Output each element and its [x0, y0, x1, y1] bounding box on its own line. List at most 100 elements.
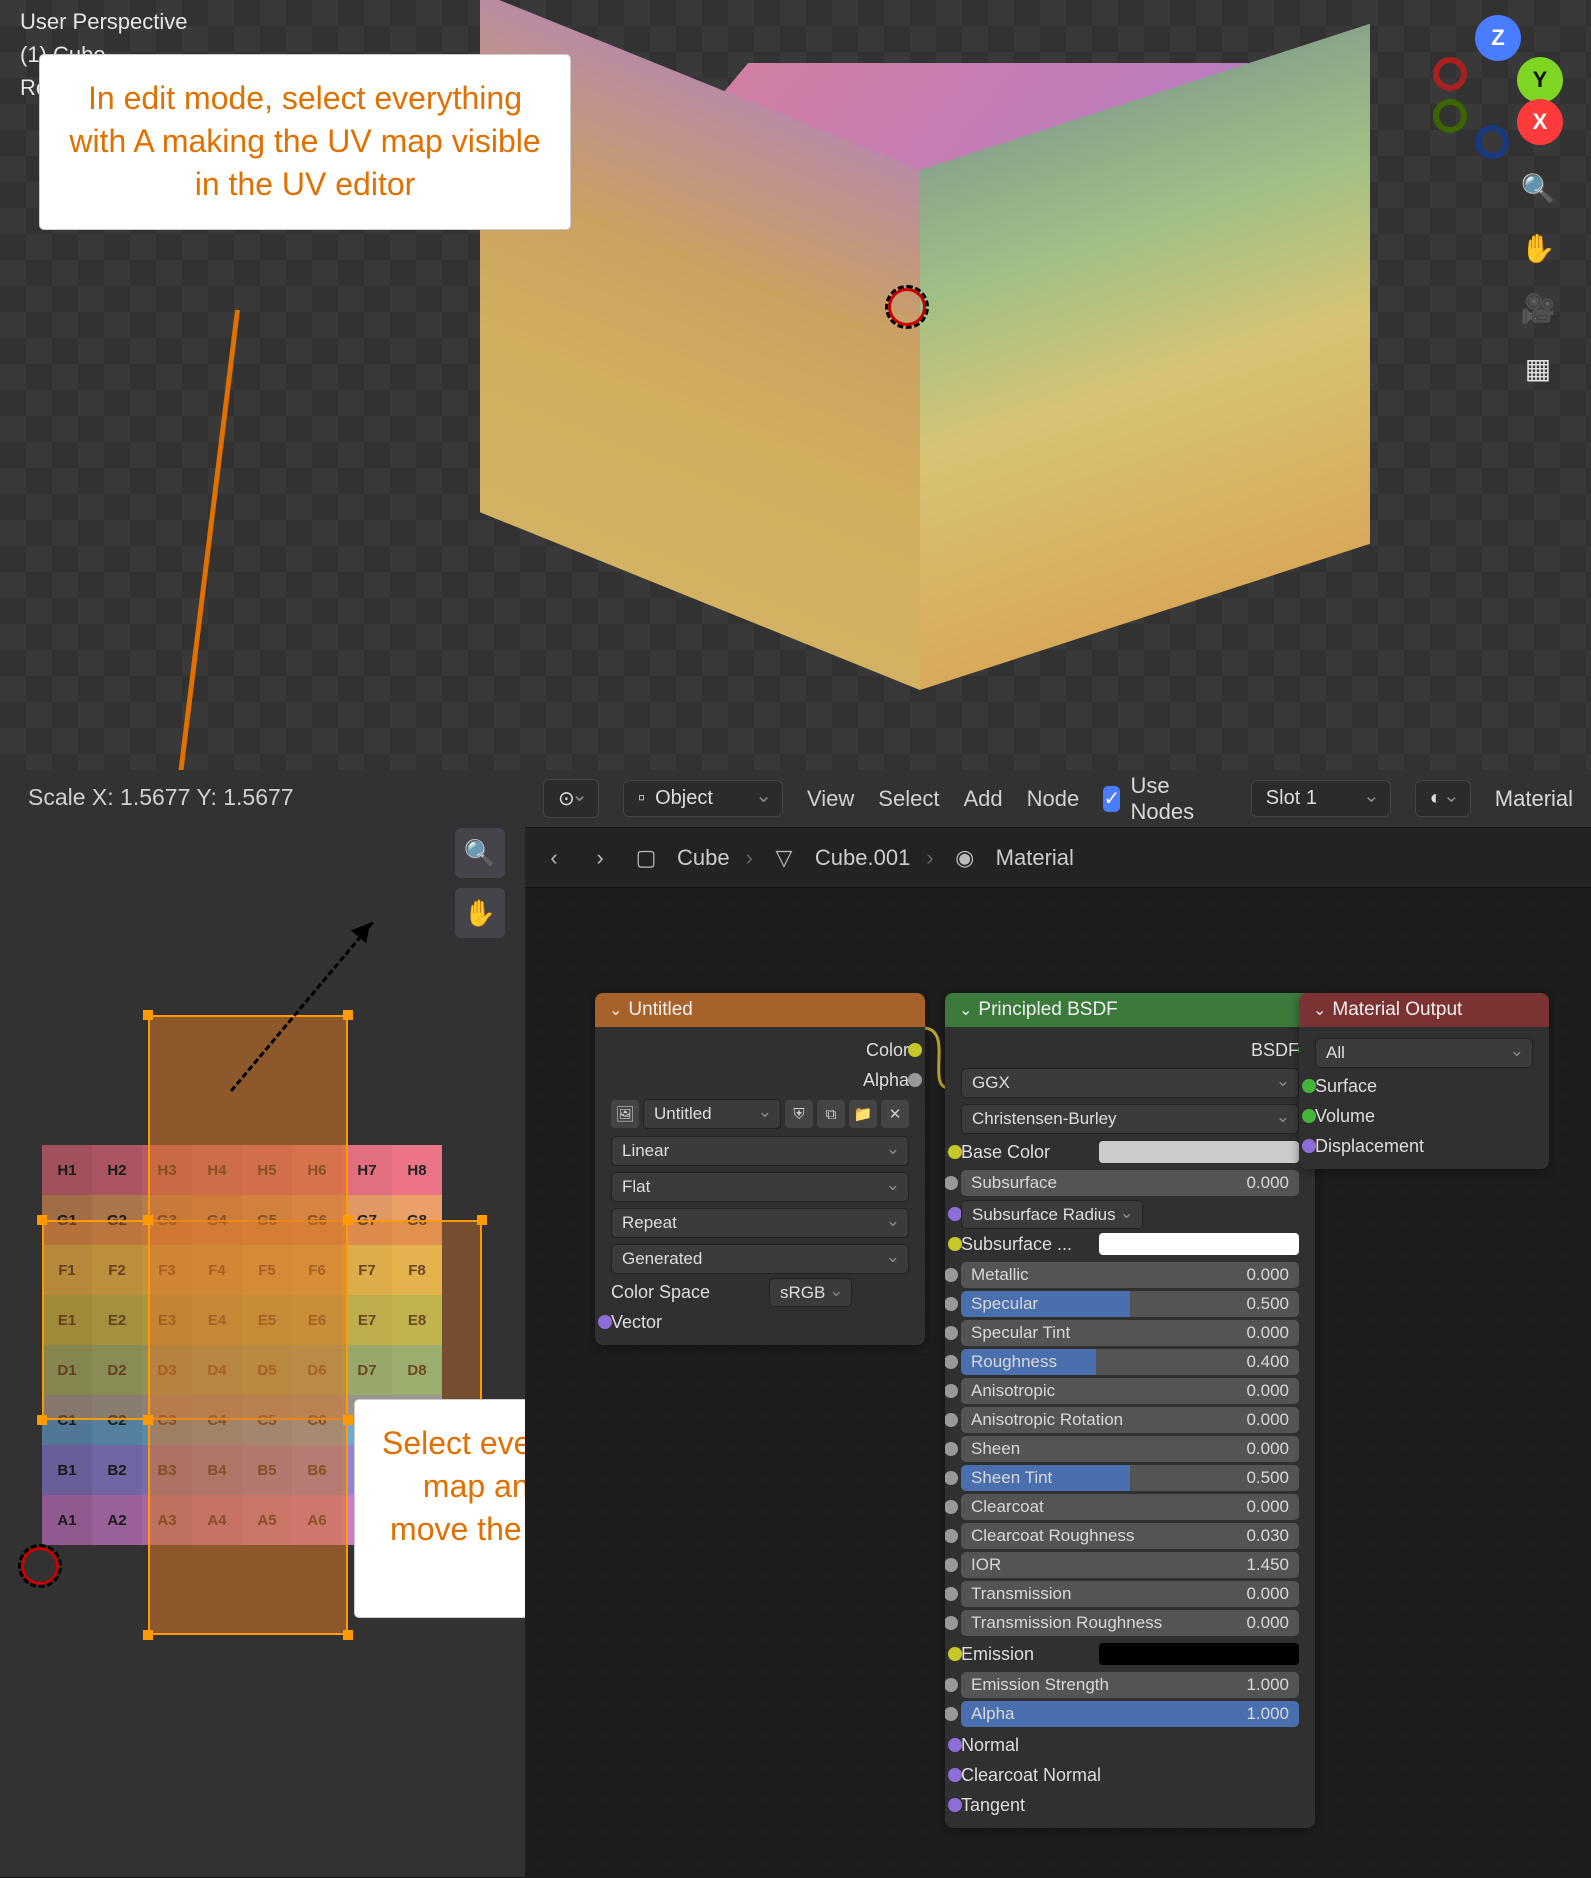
node-canvas[interactable]: Untitled Color Alpha 🖼 Untitled ⛨ ⧉ 📁 ✕ …	[525, 888, 1591, 1878]
fake-user-icon[interactable]: ⛨	[785, 1100, 813, 1128]
uv-cell[interactable]: B1	[42, 1445, 92, 1495]
uv-cell[interactable]: H2	[92, 1145, 142, 1195]
socket-alpha-in[interactable]	[945, 1707, 958, 1721]
bsdf-subsurface_radius-dropdown[interactable]: Subsurface Radius	[961, 1200, 1143, 1229]
gizmo-axis-z[interactable]: Z	[1475, 15, 1521, 61]
socket-anisotropic_rot-in[interactable]	[945, 1413, 958, 1427]
uv-cell[interactable]: A3	[142, 1495, 192, 1545]
socket-tangent-in[interactable]	[948, 1798, 962, 1812]
uv-cell[interactable]: E1	[42, 1295, 92, 1345]
node-title[interactable]: Material Output	[1299, 993, 1549, 1027]
uv-cell[interactable]: B6	[292, 1445, 342, 1495]
uv-cell[interactable]: C6	[292, 1395, 342, 1445]
uv-cell[interactable]: D8	[392, 1345, 442, 1395]
uv-cell[interactable]: E3	[142, 1295, 192, 1345]
bsdf-transmission-slider[interactable]: Transmission0.000	[961, 1581, 1299, 1607]
menu-node[interactable]: Node	[1027, 786, 1080, 812]
node-image-texture[interactable]: Untitled Color Alpha 🖼 Untitled ⛨ ⧉ 📁 ✕ …	[595, 993, 925, 1345]
socket-emission_strength-in[interactable]	[945, 1678, 958, 1692]
material-slot-dropdown[interactable]: Slot 1	[1251, 780, 1391, 817]
node-title[interactable]: Principled BSDF	[945, 993, 1315, 1027]
uv-cell[interactable]: G1	[42, 1195, 92, 1245]
uv-cell[interactable]: H5	[242, 1145, 292, 1195]
uv-cell[interactable]: G2	[92, 1195, 142, 1245]
uv-cell[interactable]: E2	[92, 1295, 142, 1345]
duplicate-icon[interactable]: ⧉	[817, 1100, 845, 1128]
uv-cell[interactable]: E4	[192, 1295, 242, 1345]
node-principled-bsdf[interactable]: Principled BSDF BSDF GGX Christensen-Bur…	[945, 993, 1315, 1828]
unlink-icon[interactable]: ✕	[881, 1100, 909, 1128]
socket-transmission-in[interactable]	[945, 1587, 958, 1601]
uv-vertex-handle[interactable]	[343, 1415, 353, 1425]
uv-vertex-handle[interactable]	[143, 1010, 153, 1020]
socket-anisotropic-in[interactable]	[945, 1384, 958, 1398]
uv-cell[interactable]: H4	[192, 1145, 242, 1195]
pivot-dropdown[interactable]: ⊙	[543, 779, 599, 818]
uv-vertex-handle[interactable]	[477, 1215, 487, 1225]
zoom-in-icon[interactable]: 🔍	[455, 828, 505, 878]
uv-cell[interactable]: D5	[242, 1345, 292, 1395]
uv-cell[interactable]: G4	[192, 1195, 242, 1245]
socket-specular-in[interactable]	[945, 1297, 958, 1311]
material-preview-dropdown[interactable]: ◐	[1415, 780, 1471, 817]
socket-ior-in[interactable]	[945, 1558, 958, 1572]
uv-cell[interactable]: H1	[42, 1145, 92, 1195]
uv-cell[interactable]: C5	[242, 1395, 292, 1445]
uv-cell[interactable]: E6	[292, 1295, 342, 1345]
socket-alpha-out[interactable]	[908, 1073, 922, 1087]
socket-displacement-in[interactable]	[1302, 1139, 1316, 1153]
object-mode-dropdown[interactable]: ▫ Object	[623, 780, 783, 817]
uv-cell[interactable]: B5	[242, 1445, 292, 1495]
uv-cell[interactable]: C4	[192, 1395, 242, 1445]
bsdf-clearcoat_rough-slider[interactable]: Clearcoat Roughness0.030	[961, 1523, 1299, 1549]
bsdf-subsurface-slider[interactable]: Subsurface0.000	[961, 1170, 1299, 1196]
socket-surface-in[interactable]	[1302, 1079, 1316, 1093]
interpolation-dropdown[interactable]: Linear	[611, 1136, 909, 1166]
image-name-field[interactable]: Untitled	[643, 1099, 781, 1129]
bsdf-sheen_tint-slider[interactable]: Sheen Tint0.500	[961, 1465, 1299, 1491]
bsdf-specular-slider[interactable]: Specular0.500	[961, 1291, 1299, 1317]
pan-hand-icon[interactable]: ✋	[455, 888, 505, 938]
uv-cell[interactable]: F2	[92, 1245, 142, 1295]
uv-cell[interactable]: E8	[392, 1295, 442, 1345]
projection-dropdown[interactable]: Flat	[611, 1172, 909, 1202]
bsdf-emission-swatch[interactable]	[1099, 1643, 1299, 1665]
socket-subsurface_color-in[interactable]	[948, 1237, 962, 1251]
bsdf-roughness-slider[interactable]: Roughness0.400	[961, 1349, 1299, 1375]
bsdf-metallic-slider[interactable]: Metallic0.000	[961, 1262, 1299, 1288]
bsdf-ior-slider[interactable]: IOR1.450	[961, 1552, 1299, 1578]
uv-cell[interactable]: A5	[242, 1495, 292, 1545]
bsdf-specular_tint-slider[interactable]: Specular Tint0.000	[961, 1320, 1299, 1346]
socket-volume-in[interactable]	[1302, 1109, 1316, 1123]
socket-clearcoat_rough-in[interactable]	[945, 1529, 958, 1543]
socket-vector-in[interactable]	[598, 1315, 612, 1329]
open-file-icon[interactable]: 📁	[849, 1100, 877, 1128]
uv-cell[interactable]: A4	[192, 1495, 242, 1545]
breadcrumb-material[interactable]: Material	[996, 845, 1074, 871]
uv-cell[interactable]: G8	[392, 1195, 442, 1245]
uv-cell[interactable]: A1	[42, 1495, 92, 1545]
uv-cell[interactable]: B2	[92, 1445, 142, 1495]
uv-vertex-handle[interactable]	[37, 1215, 47, 1225]
socket-normal-in[interactable]	[948, 1738, 962, 1752]
socket-sheen_tint-in[interactable]	[945, 1471, 958, 1485]
image-browse-icon[interactable]: 🖼	[611, 1100, 639, 1128]
socket-sheen-in[interactable]	[945, 1442, 958, 1456]
chevron-left-icon[interactable]: ‹	[539, 843, 569, 873]
zoom-in-icon[interactable]: 🔍	[1515, 165, 1561, 211]
camera-icon[interactable]: 🎥	[1515, 285, 1561, 331]
breadcrumb-mesh[interactable]: Cube.001	[815, 845, 910, 871]
uv-cell[interactable]: F5	[242, 1245, 292, 1295]
bsdf-transmission_rough-slider[interactable]: Transmission Roughness0.000	[961, 1610, 1299, 1636]
uv-cell[interactable]: D6	[292, 1345, 342, 1395]
uv-cell[interactable]: C2	[92, 1395, 142, 1445]
menu-select[interactable]: Select	[878, 786, 939, 812]
uv-cell[interactable]: D2	[92, 1345, 142, 1395]
socket-specular_tint-in[interactable]	[945, 1326, 958, 1340]
gizmo-axis-y[interactable]: Y	[1517, 57, 1563, 103]
navigation-gizmo[interactable]: Z Y X	[1433, 15, 1563, 145]
uv-cell[interactable]: E7	[342, 1295, 392, 1345]
socket-clearcoat_normal-in[interactable]	[948, 1768, 962, 1782]
bsdf-subsurface_color-swatch[interactable]	[1099, 1233, 1299, 1255]
uv-vertex-handle[interactable]	[343, 1215, 353, 1225]
